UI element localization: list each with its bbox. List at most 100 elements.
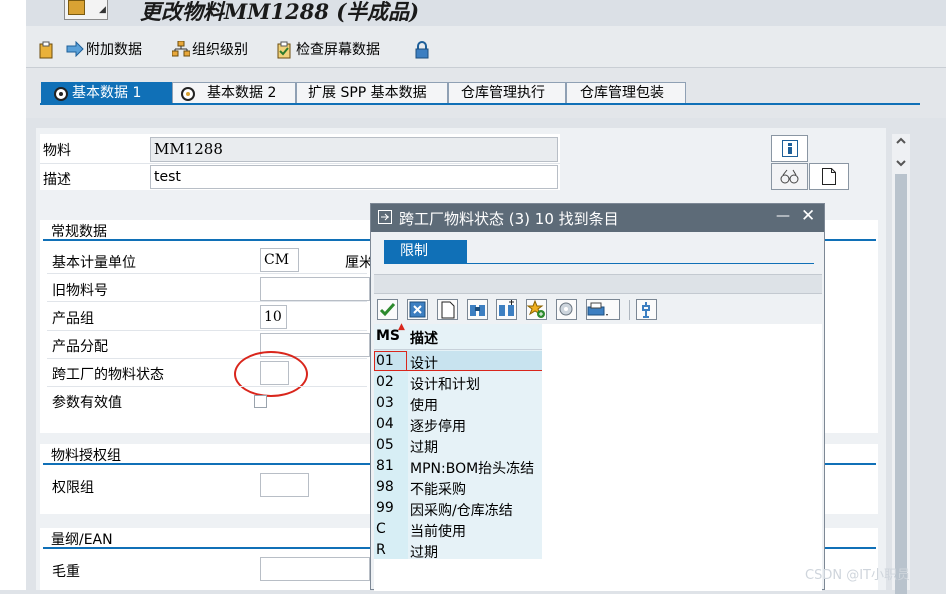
result-row[interactable]: R 过期	[374, 541, 542, 561]
additional-data-label: 附加数据	[86, 42, 142, 58]
material-label: 物料	[43, 143, 71, 159]
status-code: 98	[376, 479, 394, 495]
status-description: MPN:BOM抬头冻结	[410, 461, 535, 477]
page-title: 更改物料MM1288 (半成品)	[140, 0, 420, 24]
dialog-titlebar: 跨工厂物料状态 (3) 10 找到条目 — ✕	[371, 204, 824, 232]
org-levels-button[interactable]: 组织级别	[171, 39, 248, 59]
title-bar: ◢ 更改物料MM1288 (半成品)	[26, 0, 946, 26]
status-description: 设计	[410, 356, 438, 372]
material-group-field[interactable]: 10	[260, 305, 287, 329]
document-button[interactable]	[809, 163, 849, 190]
tab-basic-data-1[interactable]: 基本数据 1	[41, 82, 172, 104]
minimize-icon[interactable]: —	[776, 208, 790, 224]
sort-ascending-icon: ▲	[398, 322, 405, 332]
clipboard-button[interactable]	[38, 39, 54, 59]
base-uom-text: 厘米	[345, 255, 373, 271]
check-screen-data-label: 检查屏幕数据	[296, 42, 380, 58]
scroll-down-icon[interactable]	[896, 156, 906, 172]
restrictions-underline	[384, 263, 814, 264]
status-description: 当前使用	[410, 524, 466, 540]
result-row[interactable]: 03 使用	[374, 394, 542, 414]
toolbar-separator	[629, 300, 630, 320]
confirm-button[interactable]	[377, 299, 398, 320]
vertical-scrollbar[interactable]	[892, 134, 910, 594]
parameter-effectivity-label: 参数有效值	[52, 395, 122, 411]
authorization-group-field[interactable]	[260, 473, 309, 497]
row-divider	[47, 358, 367, 359]
result-row[interactable]: 05 过期	[374, 436, 542, 456]
result-row[interactable]: 99 因采购/仓库冻结	[374, 499, 542, 519]
info-button[interactable]	[771, 135, 808, 162]
authorization-group-label: 权限组	[52, 480, 94, 496]
scroll-up-icon[interactable]	[896, 134, 906, 150]
tab-label: 基本数据 2	[207, 85, 277, 101]
scroll-thumb[interactable]	[895, 174, 907, 594]
tab-basic-data-2[interactable]: 基本数据 2	[172, 82, 296, 104]
result-row[interactable]: C 当前使用	[374, 520, 542, 540]
status-code: 05	[376, 437, 394, 453]
status-code: 81	[376, 458, 394, 474]
cancel-button[interactable]	[407, 299, 428, 320]
arrow-right-icon	[66, 40, 84, 58]
restrictions-bar	[374, 274, 822, 294]
tab-wm-execution[interactable]: 仓库管理执行	[448, 82, 566, 104]
gear-icon	[179, 85, 197, 110]
result-list: MS ▲ 描述 01 设计 02 设计和计划 03 使用 04 逐步停用 05 过期 81 MPN:B…	[374, 322, 822, 591]
tab-label: 仓库管理包装	[580, 85, 664, 101]
find-next-button[interactable]	[496, 299, 517, 320]
gear-icon	[52, 85, 70, 110]
clipboard-icon	[38, 41, 54, 59]
base-uom-field[interactable]: CM	[260, 248, 299, 272]
status-description: 不能采购	[410, 482, 466, 498]
row-divider	[47, 301, 367, 302]
result-row[interactable]: 02 设计和计划	[374, 373, 542, 393]
result-row[interactable]: 01 设计	[374, 352, 542, 372]
material-field[interactable]: MM1288	[150, 137, 558, 162]
info-tool-button[interactable]	[636, 299, 657, 320]
description-field[interactable]: test	[150, 165, 558, 189]
check-clipboard-icon	[276, 41, 292, 59]
info-icon	[782, 140, 798, 161]
lock-icon	[414, 41, 430, 59]
status-description: 因采购/仓库冻结	[410, 503, 513, 519]
status-description: 使用	[410, 398, 438, 414]
result-row[interactable]: 81 MPN:BOM抬头冻结	[374, 457, 542, 477]
highlight-circle	[234, 351, 308, 397]
print-button[interactable]	[586, 299, 620, 320]
close-icon[interactable]: ✕	[801, 206, 815, 226]
document-icon	[822, 168, 836, 189]
additional-data-button[interactable]: 附加数据	[66, 39, 142, 59]
result-row[interactable]: 98 不能采购	[374, 478, 542, 498]
column-ms[interactable]: MS	[376, 328, 400, 344]
org-levels-label: 组织级别	[192, 42, 248, 58]
org-hierarchy-icon	[171, 40, 191, 57]
old-material-field[interactable]	[260, 277, 370, 301]
parameter-effectivity-checkbox[interactable]	[254, 395, 267, 408]
status-description: 过期	[410, 440, 438, 456]
glasses-button[interactable]	[771, 163, 808, 190]
gross-weight-field[interactable]	[260, 557, 370, 581]
column-desc[interactable]: 描述	[410, 328, 438, 348]
tab-extend-spp[interactable]: 扩展 SPP 基本数据	[296, 82, 448, 104]
dialog-toolbar	[374, 296, 822, 324]
gross-weight-label: 毛重	[52, 564, 80, 580]
status-description: 过期	[410, 545, 438, 561]
add-favorite-button[interactable]	[526, 299, 547, 320]
new-document-button[interactable]	[437, 299, 458, 320]
tab-underline	[40, 103, 920, 105]
restrictions-tab[interactable]: 限制	[384, 240, 467, 264]
tab-strip: 基本数据 1 基本数据 2 扩展 SPP 基本数据 仓库管理执行 仓库管理包装	[26, 68, 946, 118]
status-code: C	[376, 521, 386, 537]
system-menu-button[interactable]: ◢	[64, 0, 108, 20]
status-description: 设计和计划	[410, 377, 480, 393]
status-code: R	[376, 542, 386, 558]
result-header: MS ▲ 描述	[374, 322, 542, 350]
result-row[interactable]: 04 逐步停用	[374, 415, 542, 435]
find-button[interactable]	[467, 299, 488, 320]
personalize-button[interactable]	[556, 299, 577, 320]
lock-button[interactable]	[414, 39, 430, 59]
check-screen-data-button[interactable]: 检查屏幕数据	[276, 39, 380, 59]
tab-wm-packaging[interactable]: 仓库管理包装	[566, 82, 686, 104]
left-margin	[0, 0, 26, 590]
application-toolbar: 附加数据 组织级别 检查屏幕数据	[26, 26, 946, 68]
